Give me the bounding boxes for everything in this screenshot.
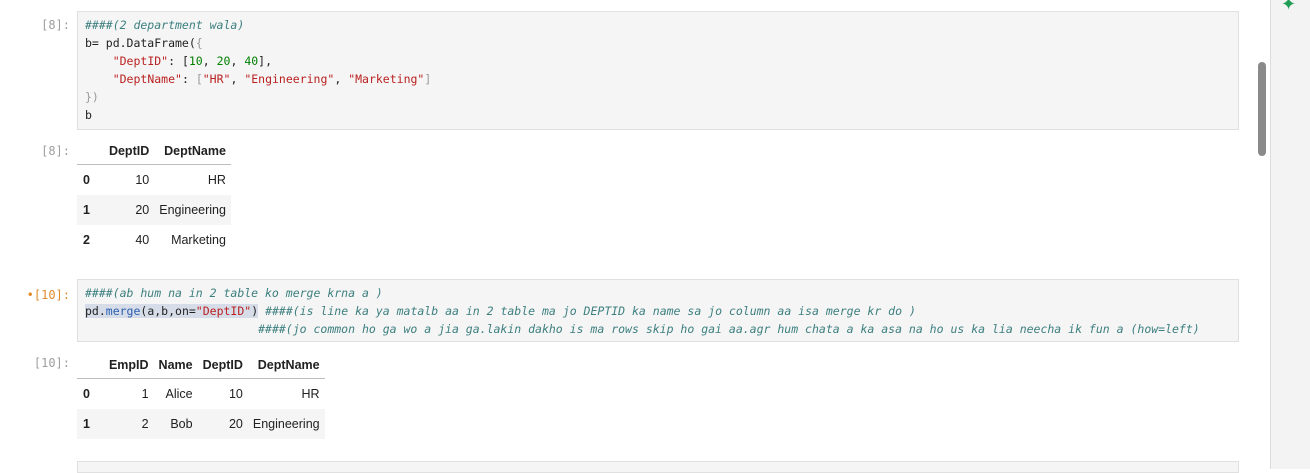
code-token: ####(ab hum na in 2 table ko merge krna …: [85, 286, 383, 300]
code-token: ,: [230, 72, 245, 86]
code-token: [: [195, 72, 203, 86]
column-header: EmpID: [103, 351, 154, 379]
column-header: DeptName: [247, 351, 325, 379]
code-token: "Engineering": [244, 72, 335, 86]
code-token: ####(is line ka ya matalb aa in 2 table …: [265, 304, 916, 318]
table-cell: Alice: [165, 387, 193, 401]
input-prompt-modified: •[10]:: [26, 288, 70, 302]
table-cell: 20: [228, 417, 243, 431]
output-prompt: [10]:: [33, 356, 70, 370]
row-index: 0: [83, 387, 90, 401]
code-token: : [: [168, 54, 189, 68]
code-token: "DeptName": [112, 72, 182, 86]
code-token: ,: [202, 54, 217, 68]
table-cell: Engineering: [252, 417, 320, 431]
code-token: pd.: [85, 304, 106, 318]
table-row: 0 1 Alice 10 HR: [77, 379, 325, 410]
code-line: b= pd.DataFrame({: [85, 34, 1231, 52]
table-cell: 10: [228, 387, 243, 401]
code-token: 20: [216, 54, 231, 68]
code-token: (a,b,on=: [140, 304, 196, 318]
table-row: 1 2 Bob 20 Engineering: [77, 409, 325, 439]
code-token: 10: [188, 54, 203, 68]
dataframe-output: DeptID DeptName 0 10 HR 1 20 Engineering…: [77, 137, 231, 255]
table-cell: HR: [301, 387, 320, 401]
right-side-panel: [1270, 0, 1310, 469]
code-token: b: [85, 108, 92, 122]
table-row: 2 40 Marketing: [77, 225, 231, 255]
code-token: :: [181, 72, 196, 86]
table-header-row: DeptID DeptName: [77, 137, 231, 165]
code-token: {: [195, 36, 203, 50]
code-token: }): [85, 90, 99, 104]
code-token: "DeptID": [112, 54, 169, 68]
column-header: DeptName: [154, 137, 231, 165]
column-header: DeptID: [103, 137, 155, 165]
table-cell: 10: [135, 173, 150, 187]
code-line: ####(2 department wala): [85, 16, 1231, 34]
next-code-cell[interactable]: [77, 461, 1239, 473]
dataframe-output: EmpID Name DeptID DeptName 0 1 Alice 10 …: [77, 351, 325, 439]
row-index: 2: [83, 233, 90, 247]
code-token: ,: [230, 54, 245, 68]
table-cell: 40: [135, 233, 150, 247]
table-cell: 1: [141, 387, 149, 401]
code-token: ],: [258, 54, 273, 68]
code-token: ]: [424, 72, 432, 86]
code-line: ####(ab hum na in 2 table ko merge krna …: [85, 284, 1231, 302]
code-line: pd.merge(a,b,on="DeptID") ####(is line k…: [85, 302, 1231, 320]
table-cell: Marketing: [171, 233, 226, 247]
index-header: [77, 137, 104, 165]
code-token: "HR": [202, 72, 231, 86]
code-token: ####(2 department wala): [85, 18, 245, 32]
scrollbar-thumb[interactable]: [1258, 62, 1266, 156]
index-header: [77, 351, 104, 379]
table-cell: HR: [207, 173, 226, 187]
code-line: }): [85, 88, 1231, 106]
table-cell: Engineering: [159, 203, 226, 217]
code-token: ,: [334, 72, 349, 86]
code-cell-editor[interactable]: ####(ab hum na in 2 table ko merge krna …: [77, 279, 1239, 342]
code-token: "Marketing": [348, 72, 425, 86]
row-index: 0: [83, 173, 90, 187]
code-cell-editor[interactable]: ####(2 department wala) b= pd.DataFrame({…: [77, 11, 1239, 130]
table-row: 0 10 HR: [77, 165, 231, 196]
code-token: ####(jo common ho ga wo a jia ga.lakin d…: [258, 322, 1200, 336]
table-cell: Bob: [170, 417, 193, 431]
code-token: merge: [105, 304, 141, 318]
row-index: 1: [83, 417, 90, 431]
sparkle-icon[interactable]: ✦: [1281, 0, 1296, 15]
output-prompt: [8]:: [41, 144, 70, 158]
table-cell: 20: [135, 203, 150, 217]
table-cell: 2: [141, 417, 149, 431]
code-token: 40: [244, 54, 259, 68]
row-index: 1: [83, 203, 90, 217]
code-line: ####(jo common ho ga wo a jia ga.lakin d…: [85, 320, 1231, 338]
column-header: DeptID: [197, 351, 248, 379]
code-token: b= pd.DataFrame(: [85, 36, 196, 50]
code-token: "DeptID": [195, 304, 252, 318]
input-prompt: [8]:: [41, 18, 70, 32]
code-line: "DeptName": ["HR", "Engineering", "Marke…: [85, 70, 1231, 88]
code-line: "DeptID": [10, 20, 40],: [85, 52, 1231, 70]
table-header-row: EmpID Name DeptID DeptName: [77, 351, 325, 379]
code-line: b: [85, 106, 1231, 124]
notebook-area: [8]: ####(2 department wala) b= pd.DataFr…: [0, 0, 1270, 473]
table-row: 1 20 Engineering: [77, 195, 231, 225]
column-header: Name: [153, 351, 198, 379]
